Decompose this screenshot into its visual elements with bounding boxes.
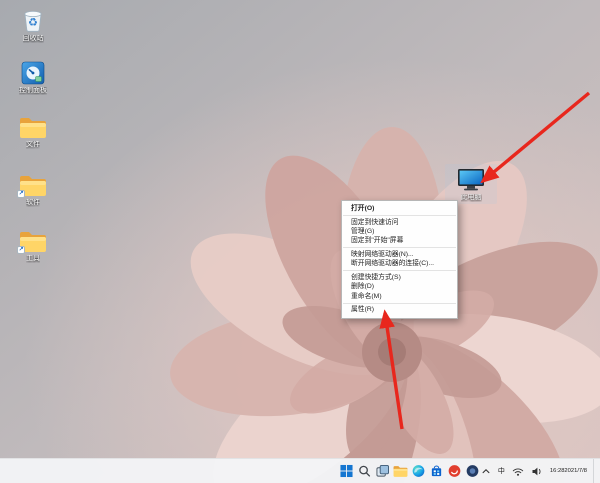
menu-item-rename[interactable]: 重命名(M)	[342, 292, 457, 301]
hidden-icons-button[interactable]	[480, 462, 492, 480]
desktop-icon-label: 文件	[26, 141, 40, 149]
desktop-icon-label: 此电脑	[461, 194, 482, 202]
desktop-icon-label: 工具	[26, 255, 40, 263]
menu-separator	[343, 303, 456, 304]
edge-icon	[412, 465, 425, 478]
desktop-icon-recycle-bin[interactable]: ♻ 回收站	[2, 6, 64, 43]
file-explorer-icon	[393, 465, 408, 477]
store-button[interactable]	[428, 463, 444, 480]
pinned-app-dark-button[interactable]	[464, 463, 480, 480]
menu-separator	[343, 247, 456, 248]
volume-button[interactable]	[530, 462, 544, 480]
search-icon	[358, 465, 371, 478]
windows-logo-icon	[340, 465, 353, 478]
menu-item-pin-quick-access[interactable]: 固定到快速访问	[342, 218, 457, 227]
recycle-bin-icon: ♻	[21, 7, 45, 33]
ime-indicator[interactable]: 中	[497, 462, 506, 480]
control-panel-icon	[21, 61, 45, 85]
network-button[interactable]	[511, 462, 525, 480]
folder-icon	[19, 117, 47, 139]
menu-item-disconnect-network-drive[interactable]: 断开网络驱动器的连接(C)...	[342, 259, 457, 268]
shortcut-arrow-icon: ↗	[17, 246, 25, 254]
menu-item-open[interactable]: 打开(O)	[342, 204, 457, 213]
pinned-app-red-button[interactable]	[446, 463, 462, 480]
taskbar-icons	[338, 463, 480, 480]
desktop-icon-label: 软件	[26, 199, 40, 207]
taskbar: 中 16:28 2021/7/8	[0, 458, 600, 483]
dark-app-icon	[466, 465, 479, 478]
show-desktop-button[interactable]	[593, 459, 596, 483]
edge-button[interactable]	[410, 463, 426, 480]
menu-item-manage[interactable]: 管理(G)	[342, 227, 457, 236]
wifi-icon	[512, 466, 524, 477]
desktop-icon-folder-2[interactable]: ↗ 软件	[2, 170, 64, 207]
task-view-icon	[376, 465, 389, 478]
desktop-icon-this-pc[interactable]: 此电脑	[445, 164, 497, 204]
red-app-icon	[448, 465, 461, 478]
menu-item-create-shortcut[interactable]: 创建快捷方式(S)	[342, 273, 457, 282]
file-explorer-button[interactable]	[392, 463, 408, 480]
this-pc-icon	[457, 168, 485, 192]
desktop-icon-folder-1[interactable]: 文件	[2, 112, 64, 149]
system-tray: 中 16:28 2021/7/8	[480, 459, 596, 483]
menu-item-map-network-drive[interactable]: 映射网络驱动器(N)...	[342, 250, 457, 259]
desktop: ♻ 回收站 控制面板	[0, 0, 600, 483]
desktop-icon-folder-3[interactable]: ↗ 工具	[2, 226, 64, 263]
desktop-icon-label: 回收站	[23, 35, 44, 43]
desktop-icon-control-panel[interactable]: 控制面板	[2, 58, 64, 95]
search-button[interactable]	[356, 463, 372, 480]
context-menu: 打开(O) 固定到快速访问 管理(G) 固定到"开始"屏幕 映射网络驱动器(N)…	[341, 200, 458, 319]
shortcut-arrow-icon: ↗	[17, 190, 25, 198]
menu-item-delete[interactable]: 删除(D)	[342, 282, 457, 291]
clock[interactable]: 16:28 2021/7/8	[549, 462, 588, 480]
speaker-icon	[531, 466, 543, 477]
clock-date: 2021/7/8	[564, 468, 587, 475]
wallpaper	[0, 0, 600, 483]
menu-item-pin-start[interactable]: 固定到"开始"屏幕	[342, 236, 457, 245]
store-icon	[430, 465, 443, 478]
clock-time: 16:28	[550, 468, 565, 475]
menu-separator	[343, 215, 456, 216]
start-button[interactable]	[338, 463, 354, 480]
task-view-button[interactable]	[374, 463, 390, 480]
menu-separator	[343, 270, 456, 271]
desktop-icon-label: 控制面板	[19, 87, 47, 95]
chevron-up-icon	[481, 466, 491, 476]
svg-text:♻: ♻	[28, 17, 38, 29]
menu-item-properties[interactable]: 属性(R)	[342, 305, 457, 314]
